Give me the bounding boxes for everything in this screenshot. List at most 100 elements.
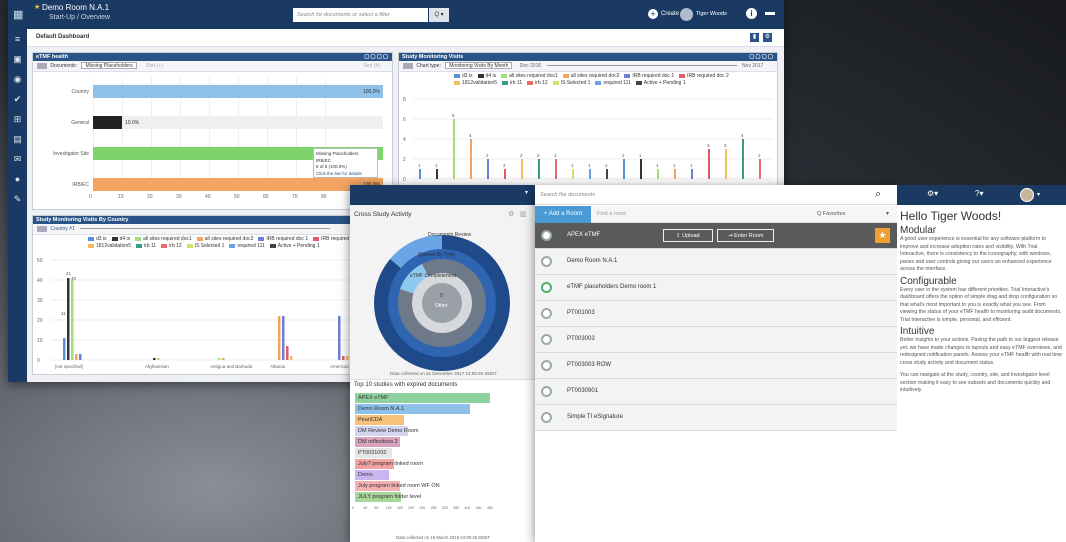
bar[interactable] — [282, 316, 285, 360]
check-icon[interactable]: ✔ — [8, 89, 27, 109]
room-row[interactable]: Simple TI eSignature — [535, 405, 897, 431]
bar-chart-icon[interactable]: ▥ — [520, 210, 527, 218]
chevron-down-icon[interactable]: ▾ — [525, 189, 528, 196]
documents-select[interactable]: Missing Placeholders — [81, 62, 137, 70]
search-input[interactable]: Search for documents or select a filter — [293, 8, 428, 22]
edit-icon[interactable]: ✎ — [8, 189, 27, 209]
bar[interactable] — [278, 316, 281, 360]
bar[interactable] — [63, 338, 66, 360]
apps-grid-icon[interactable]: ▦ — [13, 8, 23, 21]
room-row[interactable]: PT001003 — [535, 301, 897, 327]
toggle-icon[interactable] — [37, 62, 47, 69]
user-menu[interactable]: Tiger Woods — [696, 11, 727, 17]
enter-room-button[interactable]: ⇥ Enter Room — [717, 229, 775, 242]
bar[interactable] — [453, 119, 455, 179]
star-icon[interactable]: ★ — [34, 3, 40, 11]
avatar[interactable] — [680, 8, 693, 21]
bar[interactable] — [93, 178, 383, 191]
room-row[interactable]: APEX eTMF ⇪ Upload ⇥ Enter Room ★ — [535, 223, 897, 249]
bar[interactable] — [708, 149, 710, 179]
bar[interactable] — [93, 85, 383, 98]
bar[interactable] — [759, 159, 761, 179]
plus-icon[interactable]: + — [648, 9, 658, 19]
toggle-icon[interactable] — [403, 62, 413, 69]
bar[interactable] — [286, 346, 289, 360]
bar[interactable] — [338, 316, 341, 360]
dashboard-icon[interactable]: ▣ — [8, 49, 27, 69]
avatar[interactable] — [1020, 188, 1034, 202]
bar[interactable] — [157, 358, 160, 360]
panel-controls-icon[interactable]: ▢▢▢▢ — [749, 53, 774, 61]
panel-controls-icon[interactable]: ▢▢▢▢ — [364, 53, 389, 61]
chart-type-select[interactable]: Monitoring Visits By Month — [445, 62, 513, 70]
bar[interactable] — [71, 280, 74, 360]
find-room-input[interactable]: Find a room — [597, 211, 626, 217]
upload-button[interactable]: ⇪ Upload — [663, 229, 713, 242]
sort-label[interactable]: Sort (+) — [146, 63, 163, 69]
bar[interactable] — [346, 356, 349, 360]
bar[interactable] — [290, 356, 293, 360]
info-icon[interactable]: i — [746, 8, 757, 19]
bar[interactable] — [93, 116, 122, 129]
add-room-button[interactable]: + Add a Room — [535, 206, 591, 223]
user-icon[interactable]: ● — [8, 169, 27, 189]
bar[interactable] — [487, 159, 489, 179]
chat-icon[interactable]: ▬ — [765, 7, 775, 18]
search-dropdown-button[interactable]: Q ▾ — [429, 8, 449, 22]
bar[interactable] — [153, 358, 156, 360]
bar[interactable] — [725, 149, 727, 179]
bar[interactable] — [640, 159, 642, 179]
gear-icon[interactable]: ⚙▾ — [927, 189, 938, 198]
search-icon[interactable]: ⌕ — [875, 188, 881, 201]
favorites-filter[interactable]: Q Favorites — [817, 211, 845, 217]
bar[interactable] — [521, 159, 523, 179]
bar[interactable] — [674, 169, 676, 179]
room-row[interactable]: eTMF placeholders Demo room 1 — [535, 275, 897, 301]
clipboard-icon[interactable]: ▤ — [8, 129, 27, 149]
bar[interactable] — [572, 169, 574, 179]
create-button[interactable]: Create — [661, 11, 679, 17]
mail-icon[interactable]: ✉ — [8, 149, 27, 169]
bar[interactable] — [691, 169, 693, 179]
bar[interactable] — [623, 159, 625, 179]
range-end[interactable]: Nov 2017 — [742, 63, 763, 69]
bar[interactable] — [75, 354, 78, 360]
room-title[interactable]: Demo Room N.A.1 — [42, 3, 109, 12]
bar[interactable] — [222, 358, 225, 360]
country-slider[interactable] — [80, 228, 331, 230]
chevron-down-icon[interactable]: ▾ — [1037, 191, 1040, 198]
toggle-icon[interactable] — [37, 225, 47, 232]
globe-icon[interactable]: ◉ — [8, 69, 27, 89]
bar[interactable] — [606, 169, 608, 179]
room-row[interactable]: Demo Room N.A.1 — [535, 249, 897, 275]
bar[interactable] — [436, 169, 438, 179]
workflow-icon[interactable]: ⊞ — [8, 109, 27, 129]
sort-right-label[interactable]: Sort (#) — [363, 61, 380, 72]
bar[interactable] — [67, 278, 70, 360]
gear-icon[interactable]: ⚙ — [508, 210, 514, 218]
bar[interactable] — [218, 358, 221, 360]
bar[interactable] — [538, 159, 540, 179]
bar[interactable] — [470, 139, 472, 179]
bar[interactable] — [657, 169, 659, 179]
settings-icon[interactable]: ⚙ — [763, 33, 772, 42]
bar[interactable] — [742, 139, 744, 179]
room-row[interactable]: PT003003 — [535, 327, 897, 353]
menu-icon[interactable]: ≡ — [8, 29, 27, 49]
chevron-down-icon[interactable]: ▾ — [886, 210, 889, 217]
bar[interactable] — [419, 169, 421, 179]
bar[interactable] — [79, 354, 82, 360]
range-start[interactable]: Dec 2016 — [520, 63, 541, 69]
bar[interactable] — [504, 169, 506, 179]
range-slider[interactable] — [546, 65, 737, 67]
trash-icon[interactable]: ▮ — [750, 33, 759, 42]
room-row[interactable]: PT0030901 — [535, 379, 897, 405]
help-icon[interactable]: ?▾ — [975, 189, 983, 198]
document-search-input[interactable]: Search the documents — [540, 192, 595, 198]
country-select[interactable]: Country #1 — [50, 226, 74, 232]
bar[interactable] — [589, 169, 591, 179]
bar[interactable] — [342, 356, 345, 360]
star-icon[interactable]: ★ — [875, 228, 890, 243]
room-row[interactable]: PT003003 ROW — [535, 353, 897, 379]
bar[interactable] — [555, 159, 557, 179]
